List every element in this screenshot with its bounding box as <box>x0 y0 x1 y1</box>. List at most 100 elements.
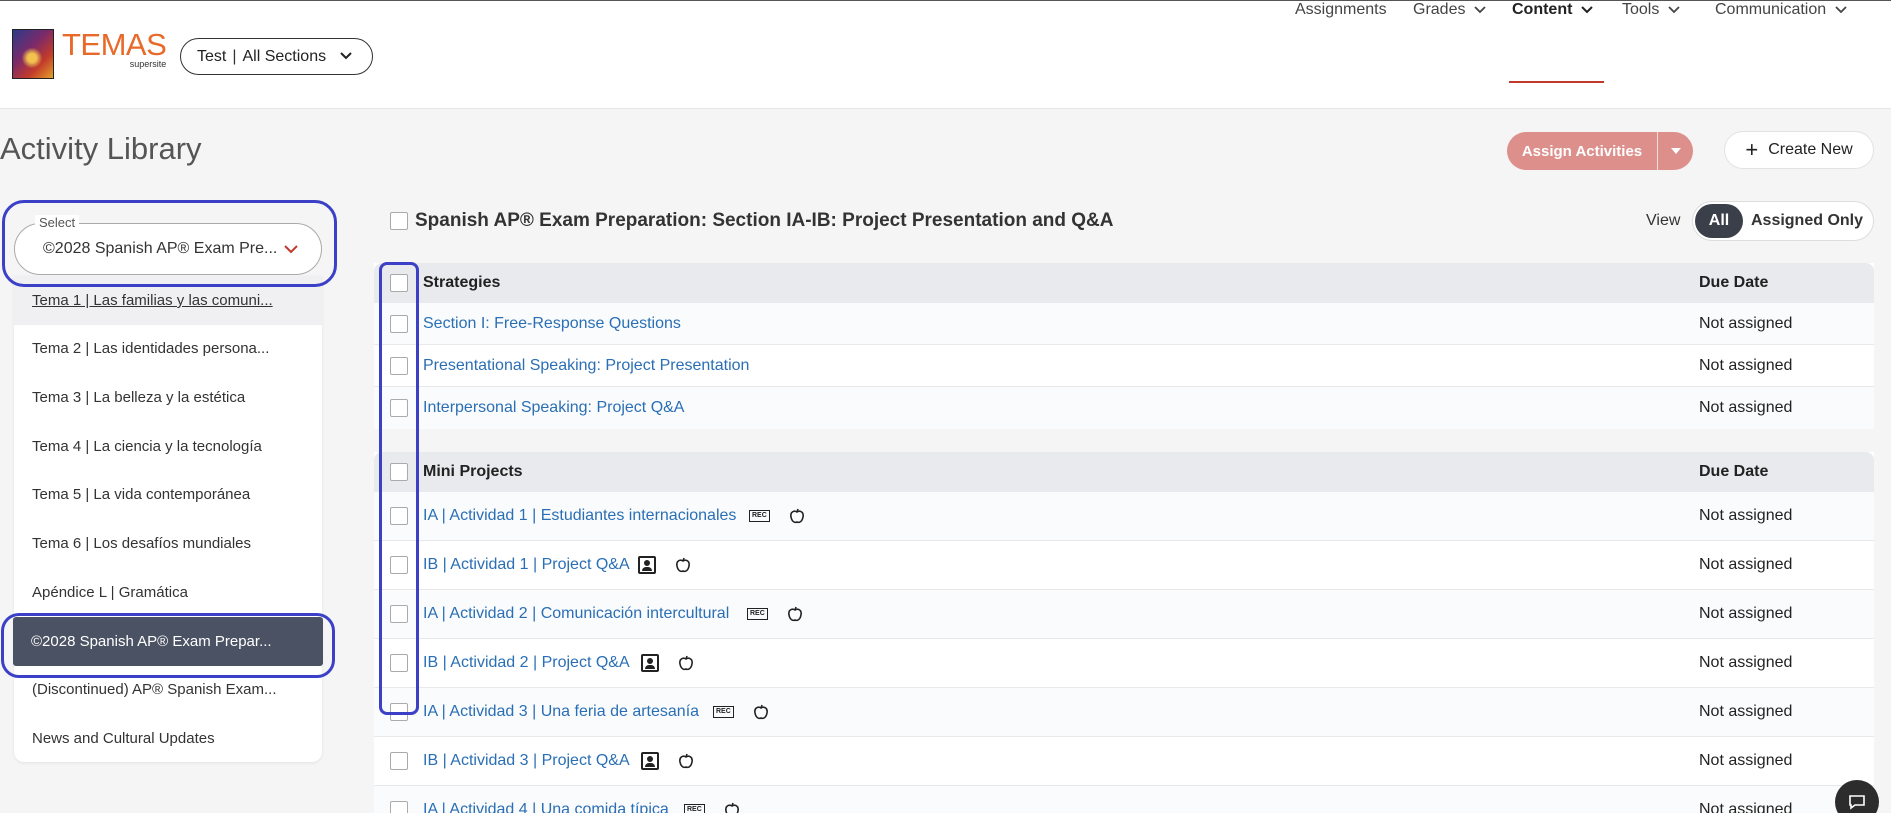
section-title: Spanish AP® Exam Preparation: Section IA… <box>415 210 1114 231</box>
activity-link[interactable]: IA | Actividad 2 | Comunicación intercul… <box>423 605 729 623</box>
due-date-status: Not assigned <box>1699 801 1793 813</box>
table-row: IB | Actividad 1 | Project Q&A Not assig… <box>374 541 1874 590</box>
table-row: IB | Actividad 2 | Project Q&A Not assig… <box>374 639 1874 688</box>
nav-assignments[interactable]: Assignments <box>1295 1 1387 19</box>
assign-dropdown-toggle[interactable] <box>1658 147 1693 155</box>
temas-logo[interactable]: TEMAS supersite <box>12 27 167 79</box>
class-name: Test <box>197 47 227 65</box>
sidebar-item-news[interactable]: News and Cultural Updates <box>14 714 322 763</box>
nav-communication[interactable]: Communication <box>1715 1 1848 19</box>
table-row: IA | Actividad 2 | Comunicación intercul… <box>374 590 1874 639</box>
apple-icon <box>789 508 804 524</box>
nav-tools[interactable]: Tools <box>1622 1 1681 19</box>
rec-icon: REC <box>713 706 734 718</box>
table-row: Section I: Free-Response Questions Not a… <box>374 303 1874 345</box>
table-row: IA | Actividad 3 | Una feria de artesaní… <box>374 688 1874 737</box>
plus-icon: + <box>1745 137 1759 162</box>
page-title: Activity Library <box>0 131 202 166</box>
apple-icon <box>679 655 693 671</box>
due-date-header: Due Date <box>1699 274 1769 291</box>
view-label: View <box>1646 212 1681 229</box>
select-value: ©2028 Spanish AP® Exam Pre... <box>43 240 278 257</box>
activity-link[interactable]: IB | Actividad 1 | Project Q&A <box>423 556 630 574</box>
mini-projects-table: Mini Projects Due Date IA | Actividad 1 … <box>374 452 1874 813</box>
activity-link[interactable]: IA | Actividad 4 | Una comida típica <box>423 801 669 813</box>
sidebar-item-tema-3[interactable]: Tema 3 | La belleza y la estética <box>14 373 322 422</box>
due-date-status: Not assigned <box>1699 703 1793 720</box>
row-checkbox[interactable] <box>390 801 408 813</box>
strategies-table: Strategies Due Date Section I: Free-Resp… <box>374 263 1874 429</box>
due-date-status: Not assigned <box>1699 314 1793 332</box>
sidebar-item-tema-5[interactable]: Tema 5 | La vida contemporánea <box>14 470 322 519</box>
due-date-status: Not assigned <box>1699 654 1793 671</box>
group-checkbox[interactable] <box>390 463 408 481</box>
apple-icon <box>676 557 690 573</box>
section-name: All Sections <box>242 47 327 65</box>
assign-activities-button[interactable]: Assign Activities <box>1507 132 1693 170</box>
activity-link[interactable]: IB | Actividad 3 | Project Q&A <box>423 752 630 770</box>
due-date-status: Not assigned <box>1699 605 1793 622</box>
apple-icon <box>753 704 768 720</box>
table-header: Mini Projects Due Date <box>374 452 1874 492</box>
content-list: Tema 1 | Las familias y las comuni... Te… <box>13 276 323 763</box>
activity-link[interactable]: IB | Actividad 2 | Project Q&A <box>423 654 630 672</box>
select-all-checkbox[interactable] <box>390 212 408 230</box>
sidebar-item-tema-4[interactable]: Tema 4 | La ciencia y la tecnología <box>14 422 322 471</box>
group-title: Mini Projects <box>423 463 523 480</box>
sidebar-item-apendice-l[interactable]: Apéndice L | Gramática <box>14 568 322 617</box>
nav-content[interactable]: Content <box>1512 1 1594 19</box>
chevron-down-icon <box>1835 6 1847 14</box>
apple-icon <box>679 753 693 769</box>
logo-title: TEMAS <box>62 27 167 62</box>
chevron-down-icon <box>1668 6 1680 14</box>
apple-icon <box>724 802 739 813</box>
row-checkbox[interactable] <box>390 399 408 417</box>
table-row: Interpersonal Speaking: Project Q&A Not … <box>374 387 1874 429</box>
view-assigned-only-option[interactable]: Assigned Only <box>1743 212 1871 230</box>
sidebar-item-tema-1[interactable]: Tema 1 | Las familias y las comuni... <box>14 276 322 325</box>
activity-link[interactable]: Interpersonal Speaking: Project Q&A <box>423 399 684 417</box>
row-checkbox[interactable] <box>390 654 408 672</box>
due-date-status: Not assigned <box>1699 507 1793 524</box>
row-checkbox[interactable] <box>390 356 408 375</box>
active-nav-underline <box>1509 81 1604 83</box>
group-title: Strategies <box>423 274 501 291</box>
table-row: IA | Actividad 1 | Estudiantes internaci… <box>374 492 1874 541</box>
table-row: IB | Actividad 3 | Project Q&A Not assig… <box>374 737 1874 786</box>
create-new-button[interactable]: + Create New <box>1724 131 1874 169</box>
chevron-down-icon <box>284 245 298 254</box>
group-checkbox[interactable] <box>390 274 408 292</box>
rec-icon: REC <box>747 608 768 620</box>
chevron-down-icon <box>1581 6 1594 14</box>
sidebar-item-spanish-ap-2028[interactable]: ©2028 Spanish AP® Exam Prepar... <box>13 617 323 666</box>
class-section-selector[interactable]: Test | All Sections <box>180 38 373 75</box>
activity-link[interactable]: IA | Actividad 1 | Estudiantes internaci… <box>423 507 736 525</box>
activity-link[interactable]: IA | Actividad 3 | Una feria de artesaní… <box>423 703 699 721</box>
activity-link[interactable]: Section I: Free-Response Questions <box>423 315 681 333</box>
view-toggle: All Assigned Only <box>1692 201 1874 241</box>
content-select[interactable]: Select ©2028 Spanish AP® Exam Pre... <box>14 215 322 275</box>
person-icon <box>641 654 659 672</box>
sidebar-item-tema-6[interactable]: Tema 6 | Los desafíos mundiales <box>14 519 322 568</box>
row-checkbox[interactable] <box>390 752 408 770</box>
logo-image <box>12 29 54 79</box>
row-checkbox[interactable] <box>390 314 408 333</box>
person-icon <box>641 752 659 770</box>
table-row: IA | Actividad 4 | Una comida típica REC… <box>374 786 1874 813</box>
chevron-down-icon <box>340 52 352 60</box>
view-all-option[interactable]: All <box>1695 204 1743 238</box>
row-checkbox[interactable] <box>390 556 408 574</box>
table-row: Presentational Speaking: Project Present… <box>374 345 1874 387</box>
due-date-status: Not assigned <box>1699 356 1793 374</box>
nav-grades[interactable]: Grades <box>1413 1 1487 19</box>
sidebar-item-tema-2[interactable]: Tema 2 | Las identidades persona... <box>14 324 322 373</box>
rec-icon: REC <box>684 804 705 813</box>
caret-down-icon <box>1670 148 1681 154</box>
activity-link[interactable]: Presentational Speaking: Project Present… <box>423 357 749 375</box>
row-checkbox[interactable] <box>390 605 408 623</box>
sidebar-item-discontinued-ap[interactable]: (Discontinued) AP® Spanish Exam... <box>14 665 322 714</box>
create-new-label: Create New <box>1768 141 1853 158</box>
top-bar: TEMAS supersite Test | All Sections Assi… <box>0 0 1891 109</box>
row-checkbox[interactable] <box>390 507 408 525</box>
row-checkbox[interactable] <box>390 703 408 721</box>
